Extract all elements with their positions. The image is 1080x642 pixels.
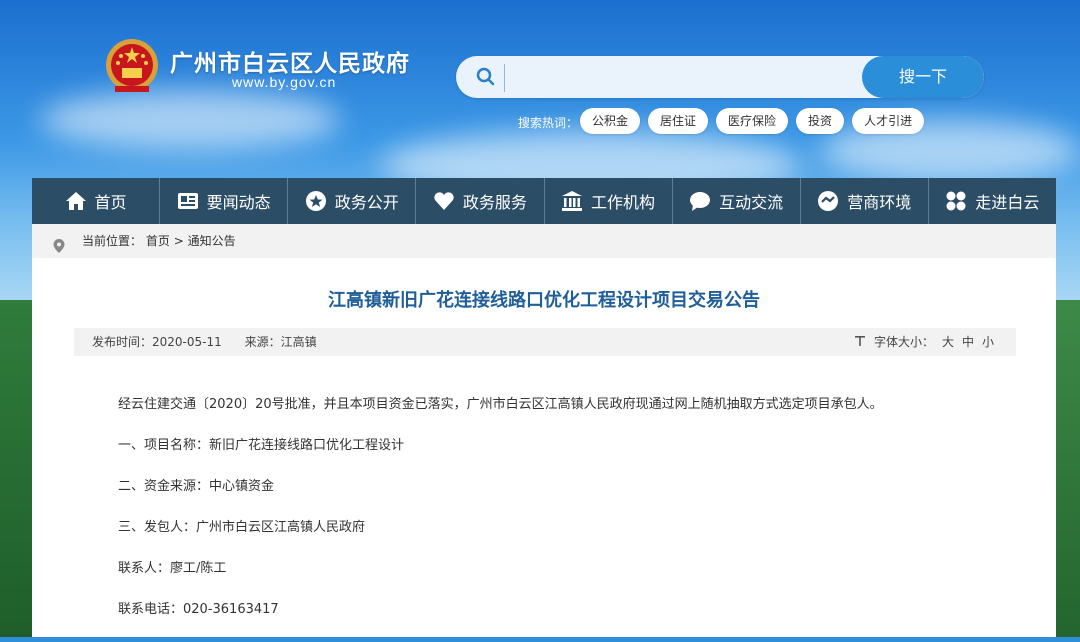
hot-word-tag[interactable]: 人才引进 <box>852 108 925 134</box>
nav-item-label: 工作机构 <box>591 193 656 212</box>
hot-word-tag[interactable]: 公积金 <box>580 108 641 134</box>
breadcrumb-current-link[interactable]: 通知公告 <box>188 234 236 248</box>
nav-item-interaction[interactable]: 互动交流 <box>673 178 801 224</box>
nav-item-label: 走进白云 <box>975 193 1040 212</box>
location-pin-icon <box>52 233 66 253</box>
article-meta-bar: 发布时间：2020-05-11 来源：江高镇 字体大小： 大 中 小 <box>74 328 1016 356</box>
hot-word-tag[interactable]: 投资 <box>796 108 845 134</box>
nav-item-news[interactable]: 要闻动态 <box>160 178 289 224</box>
cloud-decoration <box>40 90 340 150</box>
article-paragraph: 联系人：廖工/陈工 <box>118 561 227 576</box>
site-title[interactable]: 广州市白云区人民政府 <box>170 44 410 78</box>
article-paragraph: 经云住建交通〔2020〕20号批准，并且本项目资金已落实，广州市白云区江高镇人民… <box>118 397 883 412</box>
search-box: 搜一下 <box>456 56 984 98</box>
article-paragraph: 三、发包人：广州市白云区江高镇人民政府 <box>118 520 366 535</box>
chat-icon <box>689 190 711 212</box>
publish-time: 发布时间：2020-05-11 <box>92 335 222 349</box>
article-title: 江高镇新旧广花连接线路口优化工程设计项目交易公告 <box>328 290 760 311</box>
nav-item-institutions[interactable]: 工作机构 <box>545 178 673 224</box>
article-paragraph: 联系电话：020-36163417 <box>118 602 279 617</box>
article-source: 来源：江高镇 <box>244 335 317 349</box>
nav-item-home[interactable]: 首页 <box>32 178 161 224</box>
search-input[interactable] <box>504 64 855 92</box>
hot-word-tag[interactable]: 居住证 <box>648 108 709 134</box>
font-size-icon <box>854 328 866 356</box>
heart-icon <box>433 190 455 212</box>
home-icon <box>65 190 87 212</box>
nav-item-label: 要闻动态 <box>206 193 271 212</box>
main-nav: 首页 要闻动态 政务公开 政务服务 工作机构 互动交流 营商环境 走进白云 <box>32 178 1056 224</box>
nav-item-gov-affairs[interactable]: 政务公开 <box>288 178 417 224</box>
font-size-label: 字体大小： <box>873 335 934 349</box>
nav-item-label: 首页 <box>94 193 127 212</box>
font-medium-button[interactable]: 中 <box>962 328 974 356</box>
breadcrumb-separator: > <box>173 234 184 248</box>
national-emblem-icon[interactable] <box>105 38 159 96</box>
news-icon <box>177 190 199 212</box>
handshake-icon <box>817 190 839 212</box>
breadcrumb-prefix: 当前位置： <box>82 234 143 248</box>
nav-item-gov-service[interactable]: 政务服务 <box>416 178 545 224</box>
hot-words-list: 公积金 居住证 医疗保险 投资 人才引进 <box>580 108 925 134</box>
nav-item-label: 互动交流 <box>719 193 784 212</box>
search-icon <box>476 67 496 87</box>
star-icon <box>305 190 327 212</box>
site-url: www.by.gov.cn <box>232 74 337 90</box>
hot-word-tag[interactable]: 医疗保险 <box>716 108 789 134</box>
font-large-button[interactable]: 大 <box>942 328 954 356</box>
nav-item-label: 政务公开 <box>334 193 399 212</box>
nav-item-label: 营商环境 <box>847 193 912 212</box>
search-button[interactable]: 搜一下 <box>862 56 984 98</box>
content-panel: 当前位置： 首页 > 通知公告 江高镇新旧广花连接线路口优化工程设计项目交易公告… <box>32 224 1056 637</box>
article-body: 经云住建交通〔2020〕20号批准，并且本项目资金已落实，广州市白云区江高镇人民… <box>118 396 998 642</box>
nav-item-label: 政务服务 <box>462 193 527 212</box>
building-icon <box>561 190 583 212</box>
breadcrumb-home-link[interactable]: 首页 <box>146 234 170 248</box>
nav-item-business[interactable]: 营商环境 <box>801 178 929 224</box>
breadcrumb: 当前位置： 首页 > 通知公告 <box>32 224 1056 258</box>
nav-item-about[interactable]: 走进白云 <box>929 178 1056 224</box>
grid-icon <box>945 190 967 212</box>
font-small-button[interactable]: 小 <box>982 328 994 356</box>
hot-words-label: 搜索热词： <box>518 116 579 130</box>
article-paragraph: 二、资金来源：中心镇资金 <box>118 479 275 494</box>
article-paragraph: 一、项目名称：新旧广花连接线路口优化工程设计 <box>118 438 405 453</box>
